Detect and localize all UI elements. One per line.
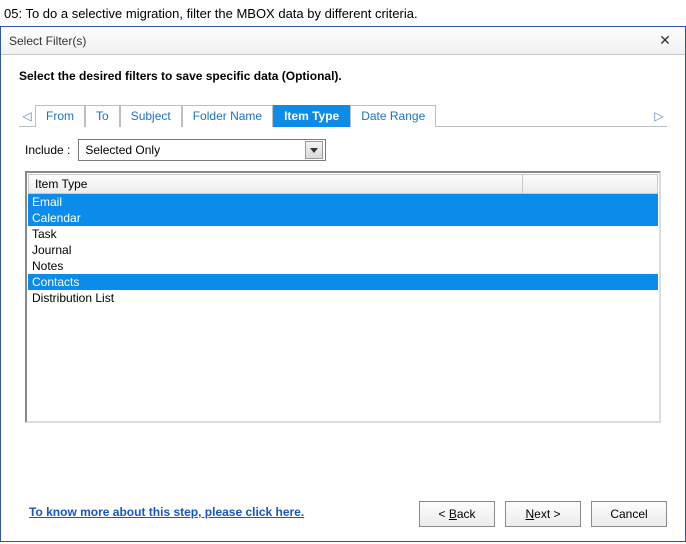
- instruction-text: Select the desired filters to save speci…: [19, 69, 667, 83]
- list-item-journal[interactable]: Journal: [28, 242, 658, 258]
- tab-item-type[interactable]: Item Type: [273, 105, 350, 127]
- include-dropdown[interactable]: Selected Only: [78, 139, 326, 161]
- tab-from[interactable]: From: [35, 105, 85, 127]
- list-item-contacts[interactable]: Contacts: [28, 274, 658, 290]
- tab-date-range[interactable]: Date Range: [350, 105, 436, 127]
- filter-tabs: ◁ From To Subject Folder Name Item Type …: [19, 105, 667, 127]
- list-header[interactable]: Item Type: [28, 174, 658, 194]
- include-dropdown-value: Selected Only: [85, 143, 160, 157]
- list-item-notes[interactable]: Notes: [28, 258, 658, 274]
- close-icon[interactable]: ✕: [653, 32, 677, 49]
- list-header-col-item-type[interactable]: Item Type: [29, 175, 523, 193]
- next-button[interactable]: Next >: [505, 501, 581, 527]
- tab-scroll-right-icon[interactable]: ▷: [651, 105, 667, 126]
- list-item-task[interactable]: Task: [28, 226, 658, 242]
- back-button[interactable]: < Back: [419, 501, 495, 527]
- dialog-title: Select Filter(s): [9, 34, 86, 48]
- list-item-distribution-list[interactable]: Distribution List: [28, 290, 658, 306]
- select-filters-dialog: Select Filter(s) ✕ Select the desired fi…: [0, 26, 686, 542]
- help-link[interactable]: To know more about this step, please cli…: [29, 505, 304, 519]
- cancel-button[interactable]: Cancel: [591, 501, 667, 527]
- titlebar: Select Filter(s) ✕: [1, 27, 685, 55]
- tab-subject[interactable]: Subject: [120, 105, 182, 127]
- include-label: Include :: [25, 143, 70, 157]
- list-item-calendar[interactable]: Calendar: [28, 210, 658, 226]
- list-item-email[interactable]: Email: [28, 194, 658, 210]
- tab-scroll-left-icon[interactable]: ◁: [19, 105, 35, 126]
- item-type-list: Item Type Email Calendar Task Journal No…: [25, 171, 661, 423]
- chevron-down-icon[interactable]: [305, 141, 323, 159]
- tab-to[interactable]: To: [85, 105, 120, 127]
- tab-folder-name[interactable]: Folder Name: [182, 105, 273, 127]
